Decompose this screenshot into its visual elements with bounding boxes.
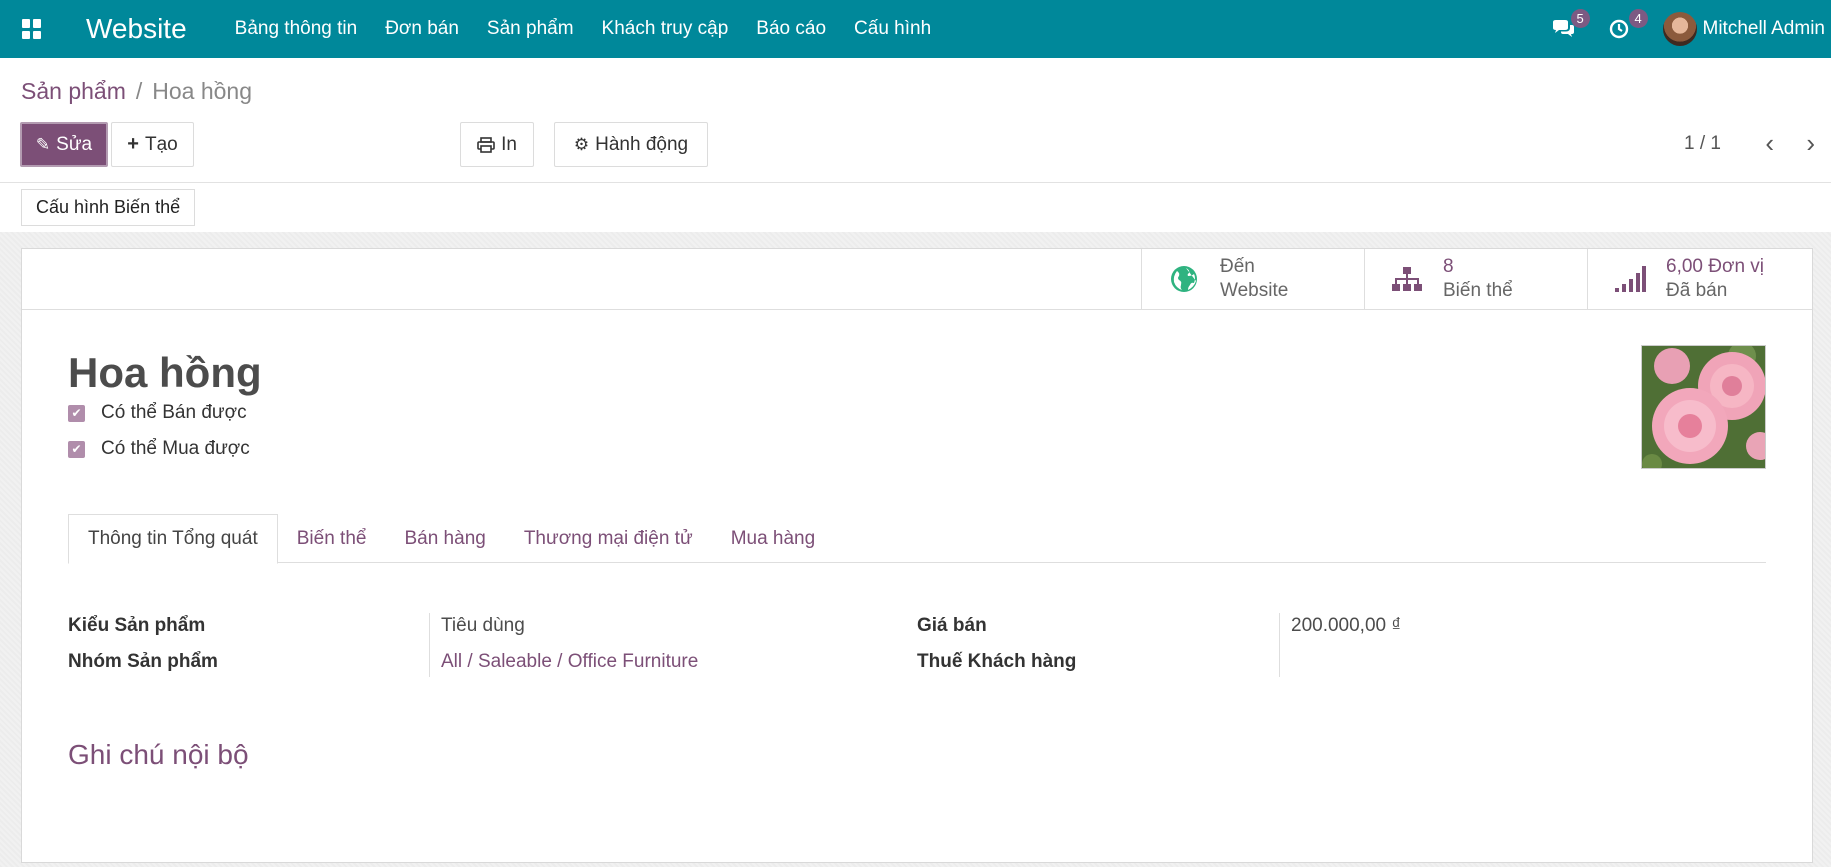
printer-icon [477, 136, 495, 153]
smart-sold-value: 6,00 Đơn vị [1666, 256, 1765, 277]
form-sheet: Đến Website 8 Biến thể 6,00 Đơn vị Đã bá… [21, 248, 1813, 863]
globe-icon [1171, 266, 1197, 292]
pager-next-button[interactable]: › [1806, 126, 1815, 160]
breadcrumb-current: Hoa hồng [152, 78, 252, 104]
activities-menu[interactable]: 4 [1609, 9, 1648, 39]
menu-item-products[interactable]: Sản phẩm [487, 18, 574, 40]
can-be-sold-checkbox[interactable]: ✔ [68, 404, 85, 422]
sales-price-label: Giá bán [917, 615, 987, 636]
user-menu[interactable]: Mitchell Admin [1662, 12, 1826, 46]
smart-website-label: Website [1220, 280, 1289, 301]
field-divider-right [1279, 613, 1280, 677]
user-name: Mitchell Admin [1702, 18, 1826, 39]
breadcrumb: Sản phẩm / Hoa hồng [21, 78, 252, 105]
can-be-purchased-checkbox[interactable]: ✔ [68, 440, 85, 458]
product-type-label: Kiểu Sản phẩm [68, 615, 206, 636]
edit-button-label: Sửa [56, 133, 93, 155]
customer-tax-label: Thuế Khách hàng [917, 651, 1077, 672]
app-brand[interactable]: Website [86, 13, 187, 45]
smart-button-website[interactable]: Đến Website [1141, 249, 1364, 309]
can-be-purchased-row: ✔ Có thể Mua được [68, 438, 250, 460]
pager-value: 1 / 1 [1684, 133, 1721, 154]
tab-sales[interactable]: Bán hàng [385, 514, 504, 563]
menu-item-reports[interactable]: Báo cáo [756, 18, 826, 40]
can-be-sold-label: Có thể Bán được [101, 402, 247, 423]
signal-bars-icon [1615, 266, 1646, 292]
edit-button[interactable]: ✎ Sửa [20, 122, 108, 167]
top-navbar: Website Bảng thông tin Đơn bán Sản phẩm … [0, 0, 1831, 58]
navbar-right: 5 4 Mitchell Admin [1551, 0, 1826, 58]
pager-previous-button[interactable]: ‹ [1765, 126, 1774, 160]
configure-variants-button[interactable]: Cấu hình Biến thể [21, 189, 196, 226]
tab-variants[interactable]: Biến thể [278, 514, 386, 563]
internal-notes-title: Ghi chú nội bộ [68, 739, 249, 770]
messages-badge: 5 [1570, 9, 1590, 28]
form-statusbar [0, 183, 1831, 232]
plus-icon: + [127, 133, 139, 155]
avatar [1662, 12, 1697, 46]
product-type-value[interactable]: Tiêu dùng [441, 615, 525, 637]
sales-price-value[interactable]: 200.000,00 ₫ [1291, 615, 1401, 637]
menu-item-dashboard[interactable]: Bảng thông tin [235, 18, 358, 40]
messages-menu[interactable]: 5 [1551, 9, 1590, 39]
smart-variants-label: Biến thể [1443, 280, 1513, 301]
breadcrumb-separator: / [135, 78, 143, 104]
create-button-label: Tạo [144, 133, 178, 155]
form-tabs: Thông tin Tổng quát Biến thể Bán hàng Th… [68, 514, 1766, 564]
rose-image [1642, 346, 1765, 468]
main-menu: Bảng thông tin Đơn bán Sản phẩm Khách tr… [235, 18, 960, 40]
clock-icon [1609, 19, 1628, 39]
tab-ecommerce[interactable]: Thương mại điện tử [505, 514, 712, 563]
smart-buttons-row: Đến Website 8 Biến thể 6,00 Đơn vị Đã bá… [22, 249, 1812, 310]
field-divider-left [429, 613, 430, 677]
smart-button-sold[interactable]: 6,00 Đơn vị Đã bán [1587, 249, 1810, 309]
category-value-link[interactable]: All / Saleable / Office Furniture [441, 651, 698, 673]
gear-icon: ⚙ [573, 134, 590, 154]
smart-button-variants[interactable]: 8 Biến thể [1364, 249, 1587, 309]
menu-item-visitors[interactable]: Khách truy cập [602, 18, 729, 40]
smart-website-value: Đến [1220, 256, 1255, 277]
print-button[interactable]: In [460, 122, 534, 167]
tab-general-information[interactable]: Thông tin Tổng quát [68, 514, 278, 564]
product-name[interactable]: Hoa hồng [68, 349, 262, 397]
smart-variants-value: 8 [1443, 256, 1454, 277]
tab-purchase[interactable]: Mua hàng [712, 514, 835, 563]
create-button[interactable]: + Tạo [111, 122, 194, 167]
print-button-label: In [501, 133, 517, 155]
activities-badge: 4 [1628, 9, 1648, 28]
smart-sold-label: Đã bán [1666, 280, 1728, 301]
menu-item-configuration[interactable]: Cấu hình [854, 18, 931, 40]
product-image[interactable] [1641, 345, 1766, 469]
action-button[interactable]: ⚙ Hành động [554, 122, 708, 167]
can-be-sold-row: ✔ Có thể Bán được [68, 402, 247, 424]
can-be-purchased-label: Có thể Mua được [101, 438, 250, 459]
pencil-icon: ✎ [35, 134, 51, 154]
menu-item-orders[interactable]: Đơn bán [385, 18, 459, 40]
apps-grid-icon[interactable] [22, 19, 42, 39]
category-label: Nhóm Sản phẩm [68, 651, 218, 672]
breadcrumb-parent[interactable]: Sản phẩm [21, 78, 126, 105]
sitemap-icon [1392, 267, 1422, 291]
action-button-label: Hành động [595, 133, 689, 155]
